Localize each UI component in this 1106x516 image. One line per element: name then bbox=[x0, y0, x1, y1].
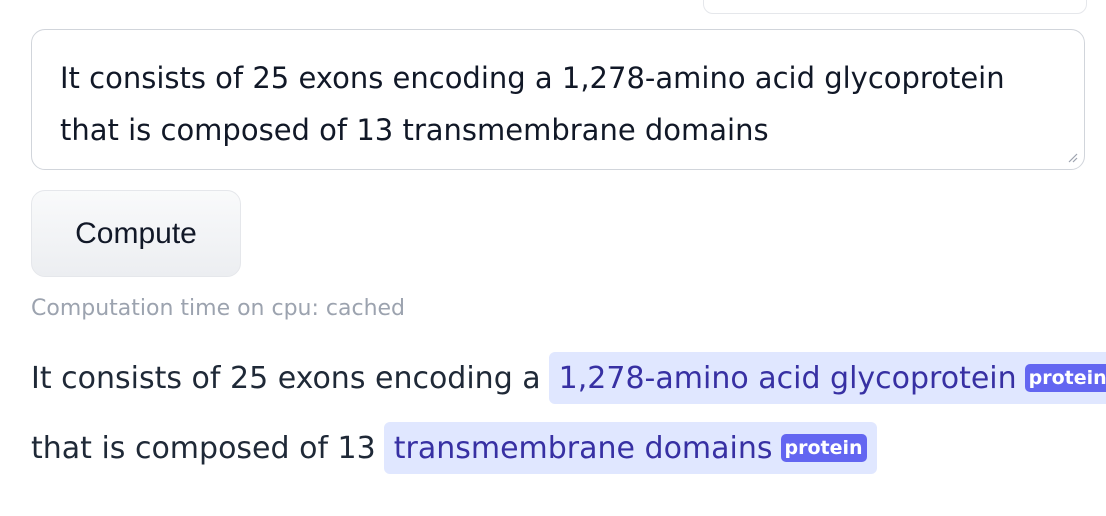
entity-label-badge: protein bbox=[1024, 364, 1106, 392]
entity-text: transmembrane domains bbox=[393, 430, 773, 466]
entity-text: 1,278-amino acid glycoprotein bbox=[558, 360, 1017, 396]
entity-highlight: transmembrane domains protein bbox=[383, 422, 877, 474]
compute-button[interactable]: Compute bbox=[31, 190, 241, 277]
text-input-value[interactable]: It consists of 25 exons encoding a 1,278… bbox=[60, 52, 1044, 156]
output-text: that is composed of 13 bbox=[31, 430, 376, 466]
output-text: It consists of 25 exons encoding a bbox=[31, 360, 541, 396]
output-line: that is composed of 13 transmembrane dom… bbox=[31, 422, 1101, 474]
ner-output: It consists of 25 exons encoding a 1,278… bbox=[31, 352, 1106, 492]
previous-panel-edge bbox=[703, 0, 1087, 14]
entity-label-badge: protein bbox=[780, 434, 867, 462]
text-input[interactable]: It consists of 25 exons encoding a 1,278… bbox=[31, 29, 1085, 170]
resize-handle-icon[interactable] bbox=[1066, 151, 1078, 163]
computation-time: Computation time on cpu: cached bbox=[31, 296, 406, 321]
output-line: It consists of 25 exons encoding a 1,278… bbox=[31, 352, 1106, 404]
entity-highlight: 1,278-amino acid glycoprotein protein bbox=[548, 352, 1106, 404]
